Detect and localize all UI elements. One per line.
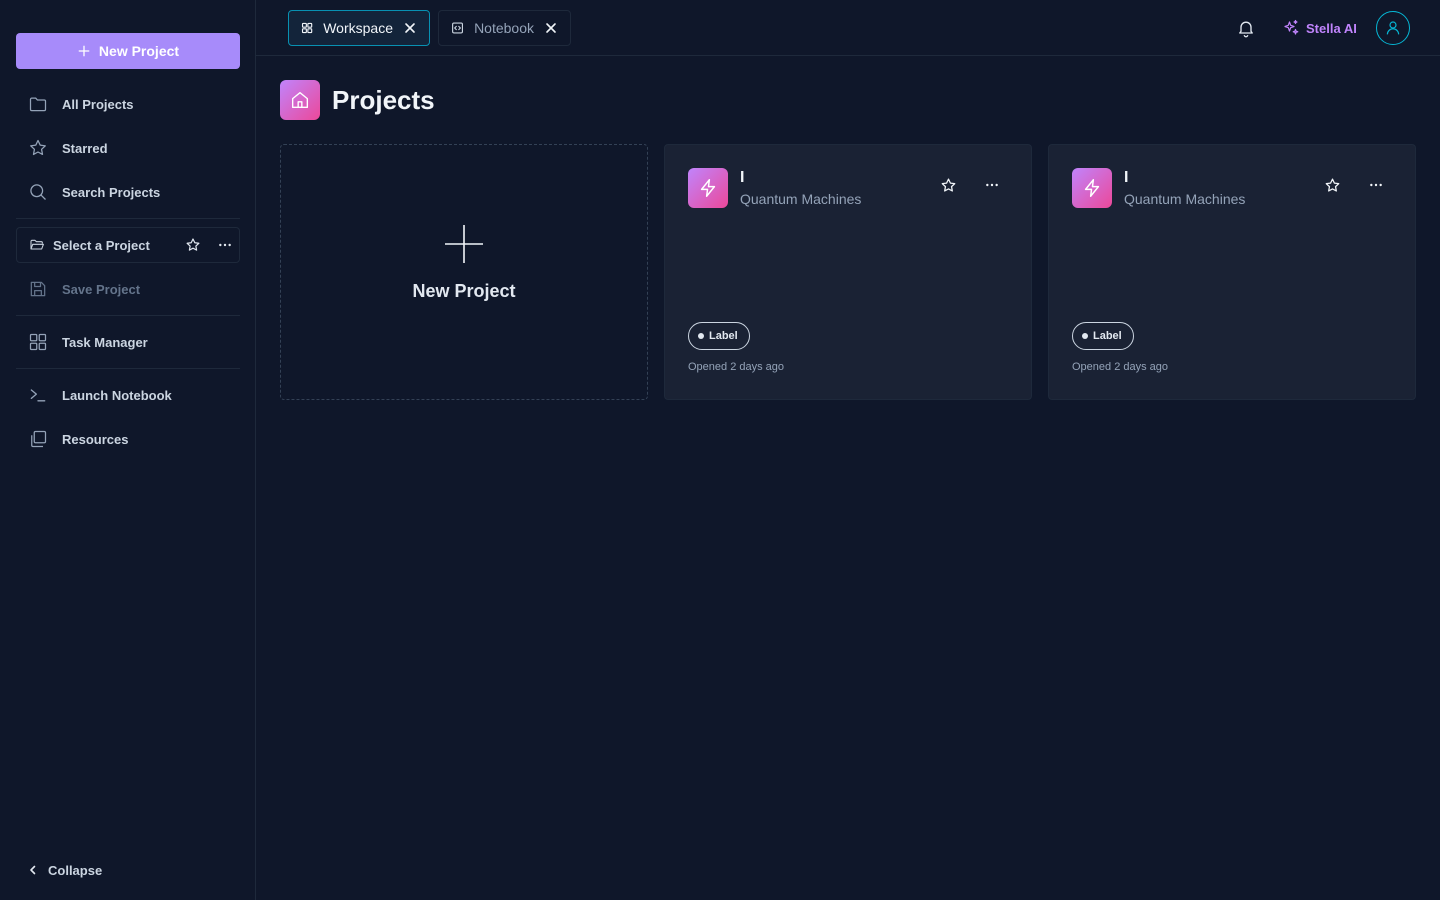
sidebar-item-label: Launch Notebook <box>62 387 172 403</box>
more-horizontal-icon <box>1370 183 1382 187</box>
sidebar-divider <box>16 368 240 369</box>
project-label-badge[interactable]: Label <box>688 322 750 350</box>
star-icon <box>1325 177 1339 192</box>
lightning-icon <box>700 179 716 197</box>
new-project-card-label: New Project <box>412 280 516 301</box>
star-icon <box>30 139 46 156</box>
star-project-button[interactable] <box>1322 175 1342 195</box>
select-project-dropdown[interactable]: Select a Project <box>16 227 240 263</box>
opened-timestamp: Opened 2 days ago <box>688 361 785 373</box>
page-title: Projects <box>332 85 435 115</box>
label-text: Label <box>709 330 738 342</box>
plus-icon <box>445 224 483 263</box>
collapse-sidebar-button[interactable]: Collapse <box>28 859 102 881</box>
sidebar-item-search-projects[interactable]: Search Projects <box>16 174 240 210</box>
close-icon <box>405 23 415 33</box>
label-dot <box>1082 333 1088 339</box>
stella-ai-button[interactable]: Stella AI <box>1282 18 1357 38</box>
close-tab-button[interactable] <box>544 21 558 35</box>
sparkles-icon <box>1284 19 1299 35</box>
project-title: I <box>1124 169 1129 186</box>
sidebar-item-label: Resources <box>62 431 129 447</box>
sidebar-item-launch-notebook[interactable]: Launch Notebook <box>16 377 240 413</box>
star-icon <box>186 238 200 251</box>
more-horizontal-icon <box>986 183 998 187</box>
project-card[interactable]: I Quantum Machines Label Opened 2 days a… <box>664 144 1032 400</box>
new-project-button[interactable]: New Project <box>16 33 240 69</box>
close-icon <box>546 23 556 33</box>
project-options-button[interactable] <box>1366 175 1386 195</box>
stack-icon <box>31 430 47 448</box>
bell-icon[interactable] <box>1236 18 1256 38</box>
folder-open-icon <box>30 239 44 250</box>
star-icon <box>941 177 955 192</box>
user-icon <box>1386 21 1400 35</box>
label-text: Label <box>1093 330 1122 342</box>
tab-notebook[interactable]: Notebook <box>438 10 571 46</box>
label-dot <box>698 333 704 339</box>
sidebar-item-label: Starred <box>62 140 108 156</box>
project-icon <box>1072 168 1112 208</box>
new-project-card[interactable]: New Project <box>280 144 648 400</box>
sidebar-item-label: All Projects <box>62 96 134 112</box>
sidebar-item-label: Task Manager <box>62 334 148 350</box>
collapse-label: Collapse <box>48 862 103 878</box>
select-project-label: Select a Project <box>53 237 150 253</box>
sidebar-item-task-manager[interactable]: Task Manager <box>16 324 240 360</box>
new-project-button-label: New Project <box>98 43 180 59</box>
star-project-button[interactable] <box>938 175 958 195</box>
plus-icon <box>78 45 90 57</box>
close-tab-button[interactable] <box>403 21 417 35</box>
sidebar-divider <box>16 218 240 219</box>
page-icon <box>280 80 320 120</box>
sidebar: New Project All Projects Starred Search … <box>0 0 256 900</box>
tab-workspace[interactable]: Workspace <box>288 10 430 46</box>
project-subtitle: Quantum Machines <box>740 191 862 207</box>
grid-icon <box>29 333 47 351</box>
save-icon <box>30 281 46 297</box>
project-title: I <box>740 169 745 186</box>
grid-icon <box>301 22 313 34</box>
sidebar-item-save-project[interactable]: Save Project <box>16 271 240 307</box>
search-icon <box>30 184 46 200</box>
sidebar-item-label: Search Projects <box>62 184 161 200</box>
sidebar-divider <box>16 315 240 316</box>
stella-ai-label: Stella AI <box>1306 20 1357 36</box>
code-icon <box>452 22 464 34</box>
sidebar-item-resources[interactable]: Resources <box>16 421 240 457</box>
sidebar-item-label: Save Project <box>62 281 141 297</box>
more-horizontal-icon <box>219 243 231 247</box>
tab-label: Workspace <box>323 20 393 36</box>
chevron-left-icon <box>30 865 36 875</box>
home-icon <box>291 91 309 109</box>
project-subtitle: Quantum Machines <box>1124 191 1246 207</box>
project-label-badge[interactable]: Label <box>1072 322 1134 350</box>
project-card[interactable]: I Quantum Machines Label Opened 2 days a… <box>1048 144 1416 400</box>
terminal-icon <box>30 389 46 402</box>
opened-timestamp: Opened 2 days ago <box>1072 361 1169 373</box>
project-options-button[interactable] <box>215 235 235 255</box>
star-project-button[interactable] <box>183 235 203 255</box>
avatar[interactable] <box>1376 11 1410 45</box>
sidebar-item-starred[interactable]: Starred <box>16 130 240 166</box>
sidebar-item-all-projects[interactable]: All Projects <box>16 86 240 122</box>
project-icon <box>688 168 728 208</box>
tab-label: Notebook <box>474 20 534 36</box>
lightning-icon <box>1084 179 1100 197</box>
project-options-button[interactable] <box>982 175 1002 195</box>
top-bar: Workspace Notebook Stella AI <box>256 0 1440 56</box>
folder-icon <box>29 97 47 112</box>
